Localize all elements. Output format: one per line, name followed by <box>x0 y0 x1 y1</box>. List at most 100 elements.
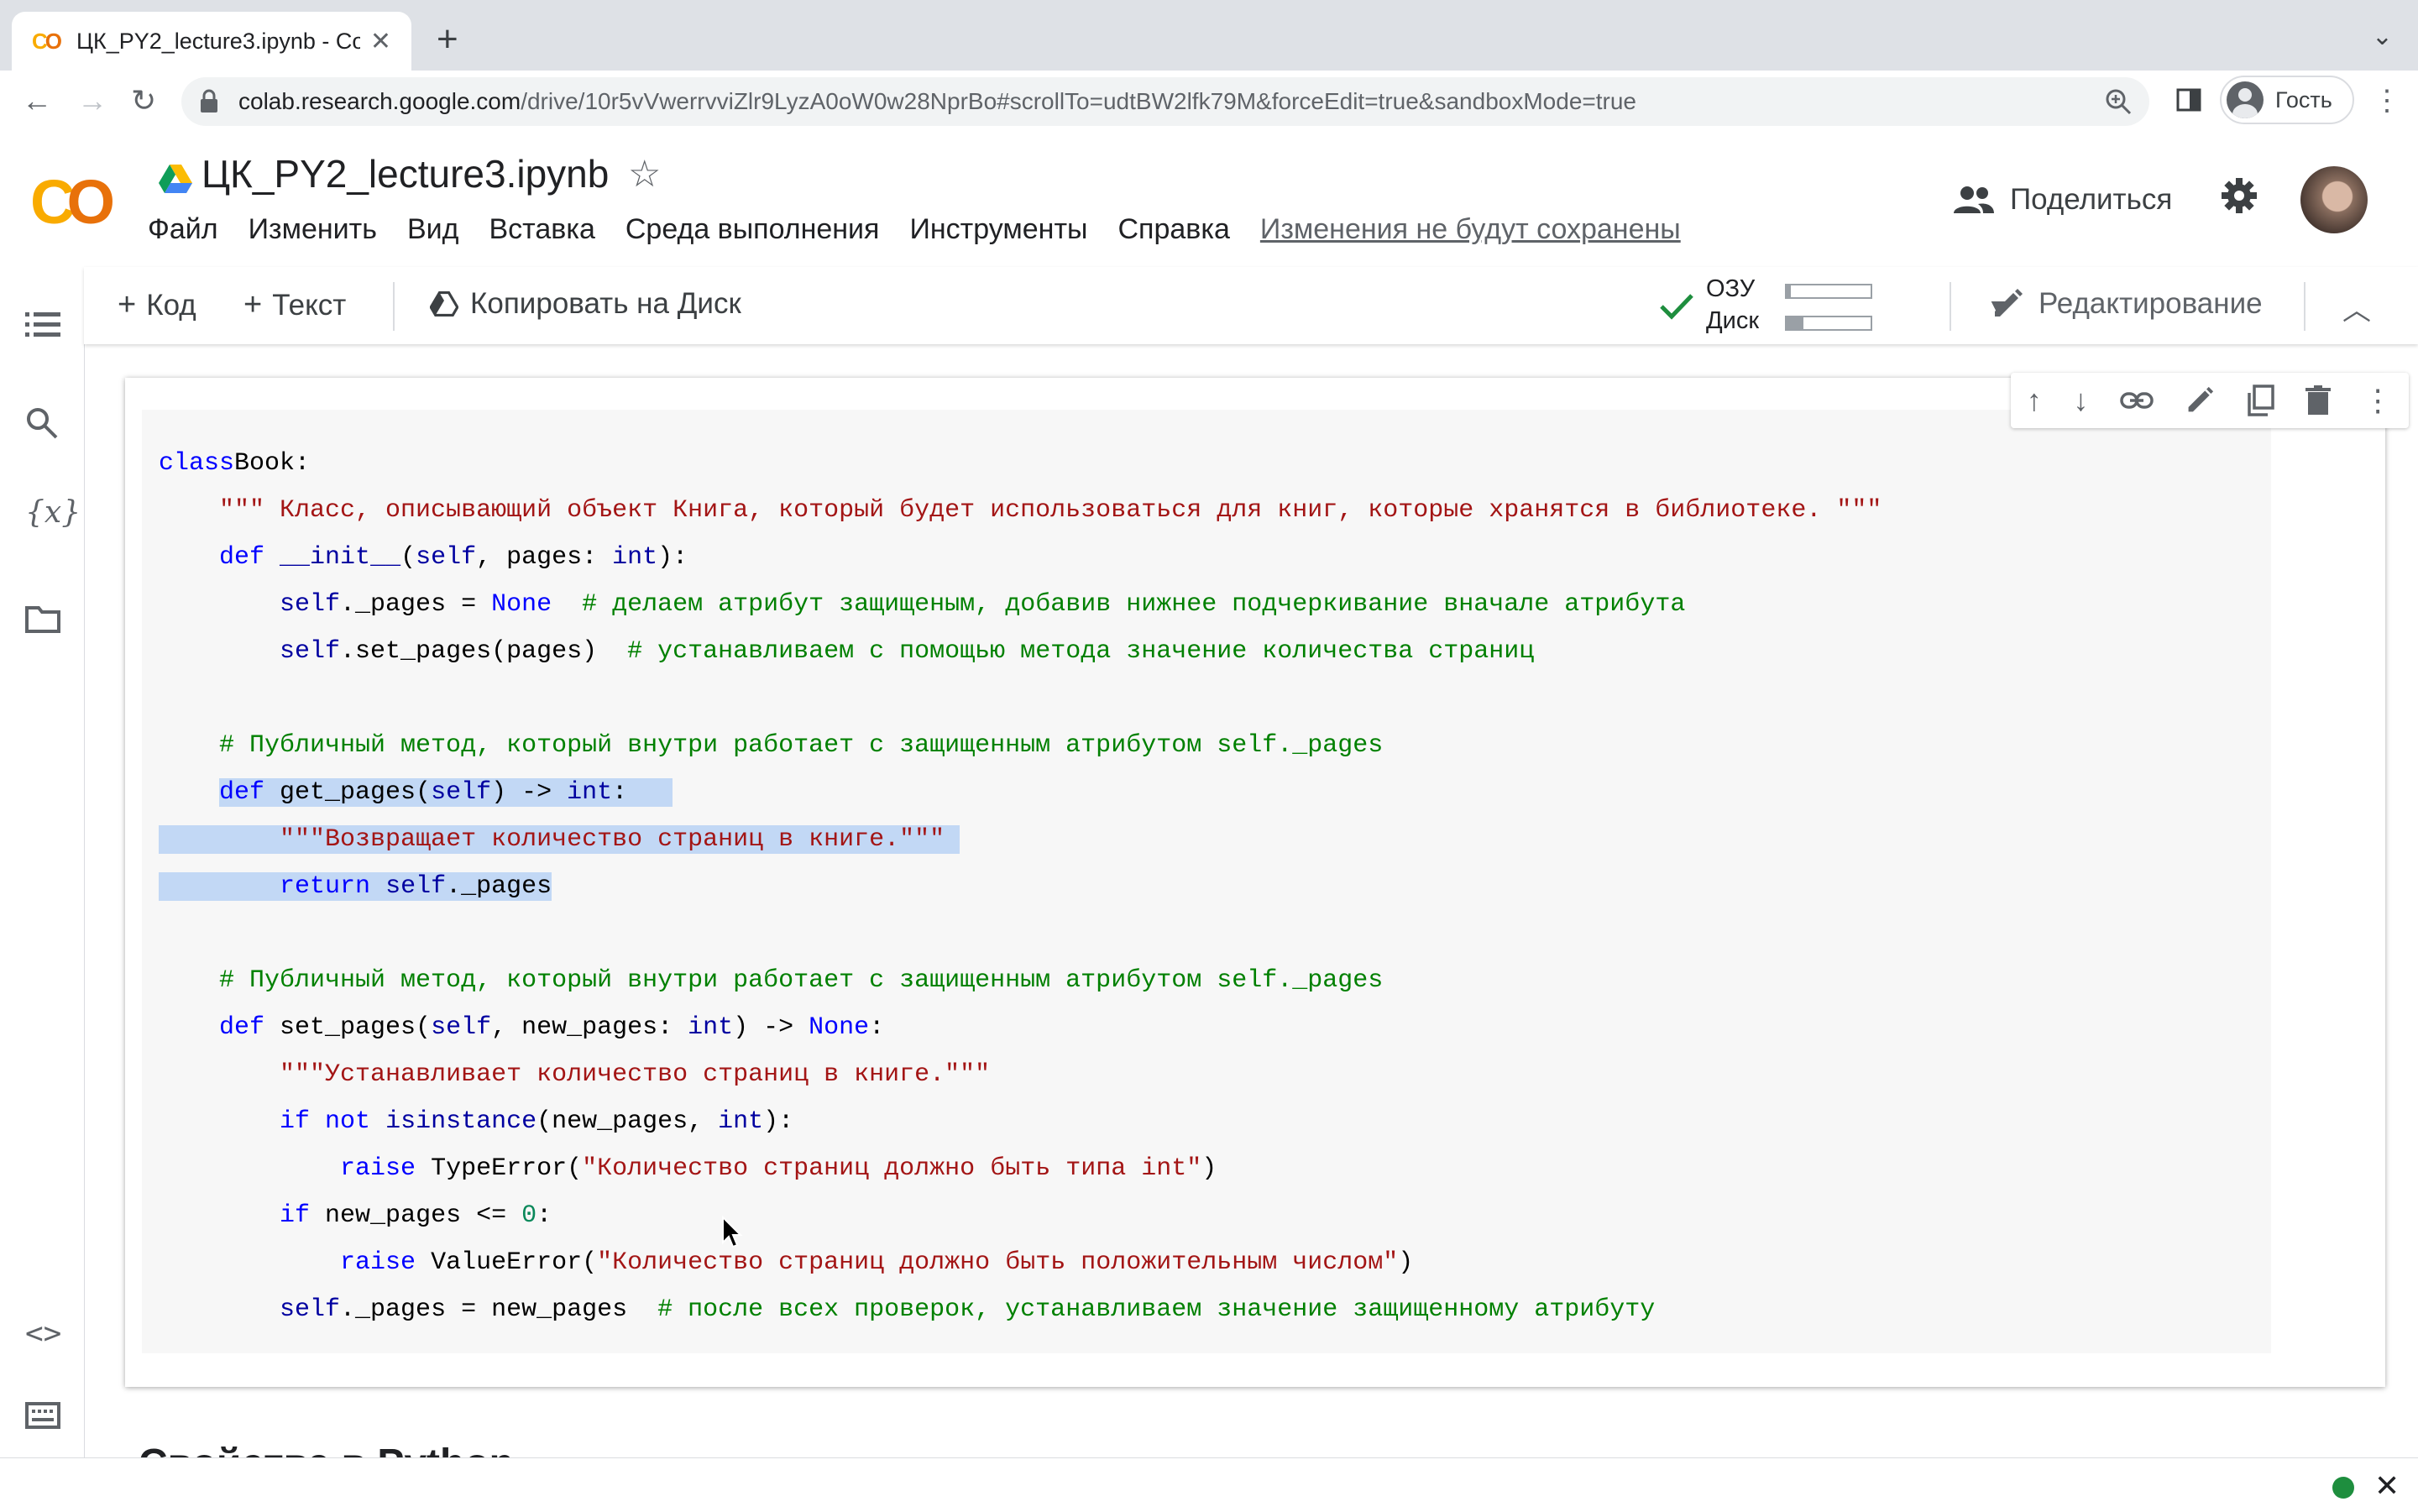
tab-close-icon[interactable]: ✕ <box>370 27 391 56</box>
code-line[interactable]: self.set_pages(pages) # устанавливаем с … <box>159 628 1882 675</box>
colab-logo[interactable]: CO <box>30 166 115 238</box>
code-line[interactable]: if new_pages <= 0: <box>159 1192 1882 1239</box>
url-host: colab.research.google.com <box>238 88 521 114</box>
star-icon[interactable]: ☆ <box>628 153 661 196</box>
notebook-title[interactable]: ЦК_PY2_lecture3.ipynb <box>202 151 609 196</box>
browser-toolbar: ← → ↻ colab.research.google.com/drive/10… <box>0 71 2418 133</box>
code-line[interactable]: # Публичный метод, который внутри работа… <box>159 722 1882 769</box>
url-path: /drive/10r5vVwerrvviZlr9LyzA0oW0w28NprBo… <box>521 88 1636 114</box>
code-line[interactable]: self._pages = new_pages # после всех про… <box>159 1286 1882 1333</box>
menu-edit[interactable]: Изменить <box>249 213 377 246</box>
colab-favicon-icon: CO <box>32 28 62 54</box>
browser-tab-active[interactable]: CO ЦК_PY2_lecture3.ipynb - Colab ✕ <box>12 12 411 71</box>
more-options-icon[interactable]: ⋮ <box>2363 383 2393 418</box>
code-token: # Публичный метод, который внутри работа… <box>219 966 1384 995</box>
link-icon[interactable] <box>2120 391 2154 410</box>
code-token: self <box>385 872 447 901</box>
code-line[interactable]: self._pages = None # делаем атрибут защи… <box>159 581 1882 628</box>
editing-mode-button[interactable]: Редактирование <box>1991 287 2263 321</box>
ram-usage-fill <box>1787 285 1791 297</box>
collapse-header-icon[interactable]: ︿ <box>2342 287 2371 328</box>
code-text[interactable]: classBook: """ Класс, описывающий объект… <box>159 440 1882 1333</box>
code-line[interactable]: return self._pages <box>159 863 1882 910</box>
code-line[interactable] <box>159 910 1882 957</box>
tab-search-chevron-icon[interactable]: ⌄ <box>2372 22 2393 51</box>
delete-trash-icon[interactable] <box>2305 385 2332 416</box>
menu-view[interactable]: Вид <box>407 213 459 246</box>
code-line[interactable]: def get_pages(self) -> int: <box>159 769 1882 816</box>
code-line-content: raise ValueError("Количество страниц дол… <box>340 1248 1413 1277</box>
status-close-icon[interactable]: ✕ <box>2374 1468 2400 1504</box>
user-avatar[interactable] <box>2300 166 2368 233</box>
mirror-cell-icon[interactable] <box>2246 385 2274 416</box>
search-icon[interactable] <box>25 406 59 440</box>
google-drive-icon[interactable] <box>158 163 193 195</box>
folder-icon[interactable] <box>25 604 60 633</box>
code-line[interactable]: if not isinstance(new_pages, int): <box>159 1098 1882 1145</box>
unsaved-changes-link[interactable]: Изменения не будут сохранены <box>1260 213 1681 246</box>
code-line-content: return self._pages <box>280 872 552 901</box>
code-token: self <box>280 637 341 666</box>
table-of-contents-icon[interactable] <box>25 311 60 339</box>
selection-highlight: """Возвращает количество страниц в книге… <box>159 825 960 854</box>
variables-icon[interactable]: {x} <box>25 495 81 530</box>
menu-tools[interactable]: Инструменты <box>909 213 1087 246</box>
terminal-icon[interactable] <box>25 1402 60 1429</box>
code-line[interactable]: """ Класс, описывающий объект Книга, кот… <box>159 487 1882 534</box>
code-cell[interactable]: ↑ ↓ ⋮ classBook: """ Класс, описывающий … <box>125 373 2409 1387</box>
new-tab-button[interactable]: + <box>437 18 458 60</box>
menu-file[interactable]: Файл <box>148 213 218 246</box>
code-token: def <box>219 1013 265 1042</box>
menu-help[interactable]: Справка <box>1117 213 1229 246</box>
code-line[interactable]: def __init__(self, pages: int): <box>159 534 1882 581</box>
code-token: Book: <box>234 449 311 478</box>
tab-title: ЦК_PY2_lecture3.ipynb - Colab <box>76 28 360 54</box>
menu-bar: Файл Изменить Вид Вставка Среда выполнен… <box>148 213 1681 246</box>
reload-icon[interactable]: ↻ <box>131 82 156 119</box>
code-token: ._pages = <box>340 590 492 619</box>
browser-tab-strip: CO ЦК_PY2_lecture3.ipynb - Colab ✕ + ⌄ <box>0 0 2418 71</box>
code-line[interactable]: """Возвращает количество страниц в книге… <box>159 816 1882 863</box>
side-panel-icon[interactable] <box>2176 87 2201 112</box>
code-line[interactable]: raise TypeError("Количество страниц долж… <box>159 1145 1882 1192</box>
code-line[interactable]: def set_pages(self, new_pages: int) -> N… <box>159 1004 1882 1051</box>
code-line[interactable]: """Устанавливает количество страниц в кн… <box>159 1051 1882 1098</box>
code-line[interactable]: raise ValueError("Количество страниц дол… <box>159 1239 1882 1286</box>
forward-arrow-icon[interactable]: → <box>77 82 107 119</box>
browser-menu-icon[interactable]: ⋮ <box>2373 84 2401 118</box>
zoom-icon[interactable] <box>2104 87 2133 116</box>
code-token: class <box>159 449 235 478</box>
mouse-cursor-icon <box>722 1216 743 1248</box>
code-token: if <box>280 1201 311 1230</box>
runtime-status-dot[interactable] <box>2332 1477 2354 1499</box>
code-line[interactable]: classBook: <box>159 440 1882 487</box>
address-bar[interactable]: colab.research.google.com/drive/10r5vVwe… <box>181 77 2149 126</box>
code-token: set_pages( <box>264 1013 432 1042</box>
move-cell-down-icon[interactable]: ↓ <box>2074 383 2089 418</box>
add-text-button[interactable]: + Текст <box>243 287 346 323</box>
menu-insert[interactable]: Вставка <box>489 213 594 246</box>
code-snippets-icon[interactable]: <> <box>25 1316 61 1351</box>
share-button[interactable]: Поделиться <box>1953 183 2172 217</box>
code-token: def <box>219 543 265 572</box>
code-token: ._pages <box>446 872 552 901</box>
menu-runtime[interactable]: Среда выполнения <box>625 213 880 246</box>
copy-to-drive-button[interactable]: Копировать на Диск <box>430 287 741 321</box>
lock-icon[interactable] <box>198 89 220 114</box>
code-line[interactable] <box>159 675 1882 722</box>
code-token: get_pages( <box>264 778 432 807</box>
back-arrow-icon[interactable]: ← <box>22 82 52 119</box>
edit-pencil-icon[interactable] <box>2185 386 2214 415</box>
code-editor[interactable]: classBook: """ Класс, описывающий объект… <box>142 410 2271 1353</box>
code-line[interactable]: # Публичный метод, который внутри работа… <box>159 957 1882 1004</box>
code-token: ): <box>763 1107 794 1136</box>
code-line-content: raise TypeError("Количество страниц долж… <box>340 1154 1217 1183</box>
gear-icon[interactable] <box>2220 176 2258 215</box>
move-cell-up-icon[interactable]: ↑ <box>2027 383 2042 418</box>
add-code-button[interactable]: + Код <box>118 287 196 323</box>
profile-button[interactable]: Гость <box>2220 76 2354 124</box>
